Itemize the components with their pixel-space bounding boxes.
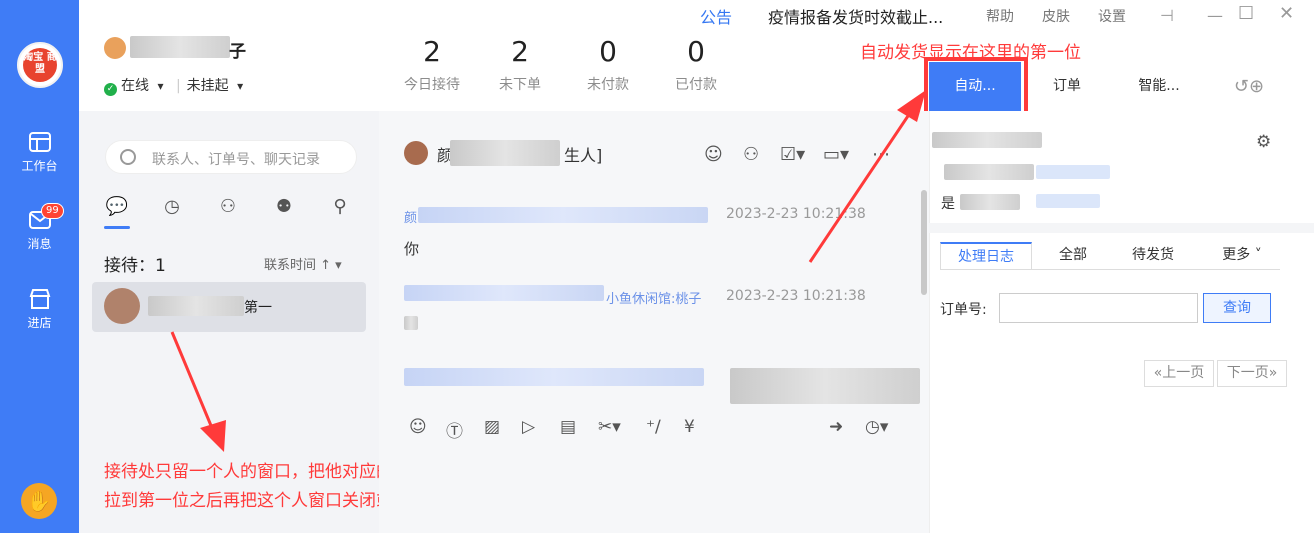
annotation-arrows [170, 90, 926, 452]
